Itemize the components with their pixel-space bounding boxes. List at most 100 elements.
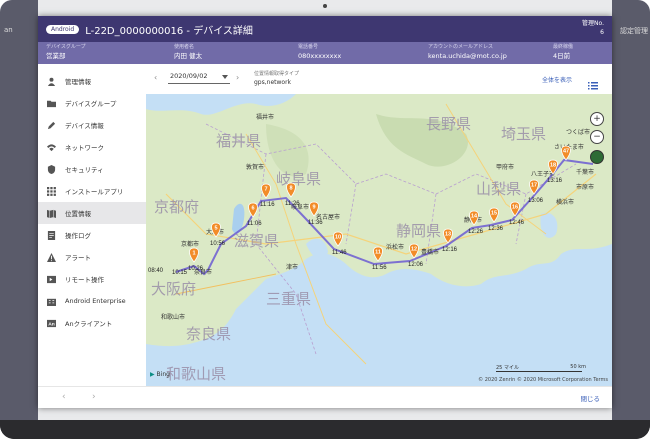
- management-number-label: 管理No.: [582, 20, 604, 27]
- info-value: 営業部: [46, 52, 66, 60]
- zoom-in-button[interactable]: +: [590, 112, 604, 126]
- log-icon: [46, 230, 56, 240]
- marker-time-label: 11:16: [260, 202, 275, 208]
- city-label: 京都市: [181, 240, 199, 248]
- marker-time-label: 12:26: [468, 229, 484, 235]
- location-marker[interactable]: 47: [561, 145, 571, 161]
- sidebar-item-label: セキュリティ: [65, 166, 104, 174]
- region-label: 長野県: [426, 116, 471, 133]
- management-number: 管理No. 6: [582, 19, 604, 37]
- marker-number: 12: [411, 247, 417, 253]
- marker-time-label: 11:26: [285, 201, 300, 207]
- info-label: 最終稼働: [553, 44, 574, 50]
- sidebar-item-device-group[interactable]: デバイスグループ: [38, 92, 146, 114]
- marker-time-label: 10:56: [210, 241, 226, 247]
- sidebar-item-label: Android Enterprise: [65, 297, 126, 305]
- map-copyright: © 2020 Zenrin © 2020 Microsoft Corporati…: [478, 377, 608, 383]
- city-label: 甲府市: [496, 163, 514, 171]
- wifi-icon: [46, 142, 56, 152]
- sidebar-item-an-client[interactable]: An Anクライアント: [38, 312, 146, 334]
- marker-number: 14: [471, 214, 478, 220]
- marker-time-label: 12:36: [488, 226, 504, 232]
- region-label: 岐阜県: [276, 171, 321, 188]
- city-label: 福井市: [256, 113, 274, 121]
- marker-number: 18: [550, 163, 556, 169]
- scale-bar: [496, 371, 582, 372]
- sidebar-item-management-info[interactable]: 管理情報: [38, 70, 146, 92]
- sidebar-item-label: ネットワーク: [65, 144, 104, 152]
- location-marker[interactable]: 17 13:06: [528, 179, 544, 204]
- sidebar-item-location[interactable]: 位置情報: [38, 202, 146, 224]
- close-button[interactable]: 閉じる: [581, 393, 601, 403]
- info-label: 使用者名: [174, 44, 195, 50]
- sidebar-item-label: リモート操作: [65, 276, 104, 284]
- sidebar-item-operation-log[interactable]: 操作ログ: [38, 224, 146, 246]
- region-label: 山梨県: [476, 181, 521, 198]
- marker-number: 8: [289, 186, 292, 192]
- location-marker[interactable]: 10 11:46: [332, 231, 347, 256]
- info-label: デバイスグループ: [46, 44, 86, 50]
- info-last-active: 最終稼働 4日前: [553, 44, 603, 64]
- next-date-chevron-icon[interactable]: ›: [236, 73, 239, 82]
- person-icon: [46, 76, 56, 86]
- sidebar-item-label: デバイスグループ: [65, 100, 117, 108]
- sidebar-item-network[interactable]: ネットワーク: [38, 136, 146, 158]
- date-select[interactable]: 2020/09/02: [168, 71, 230, 84]
- location-marker[interactable]: 7 11:16: [260, 183, 275, 208]
- sidebar-item-label: Anクライアント: [65, 320, 113, 328]
- bing-logo-text: Bing: [156, 371, 170, 378]
- sidebar-item-label: アラート: [65, 254, 91, 262]
- list-view-icon[interactable]: [588, 75, 598, 94]
- location-marker[interactable]: 15 12:36: [488, 207, 504, 232]
- location-toolbar: ‹ 2020/09/02 › 位置情報取得タイプ gps,network 全体を…: [146, 64, 612, 95]
- next-device-chevron-icon[interactable]: ›: [92, 392, 96, 402]
- marker-number: 9: [312, 205, 315, 211]
- zoom-out-button[interactable]: −: [590, 130, 604, 144]
- map-canvas: 福井県 岐阜県 長野県 埼玉県 京都府 滋賀県 山梨県 静岡県 大阪府 三重県 …: [146, 94, 612, 386]
- sidebar-item-alert[interactable]: アラート: [38, 246, 146, 268]
- info-value: 内田 健太: [174, 52, 203, 60]
- background-right-panel: [612, 0, 650, 420]
- laptop-frame: an 認定管理 Android L-22D_0000000016 - デバイス詳…: [0, 0, 650, 439]
- location-type-value: gps,network: [254, 79, 292, 86]
- city-label: 横浜市: [556, 198, 574, 206]
- sidebar-item-installed-apps[interactable]: インストールアプリ: [38, 180, 146, 202]
- svg-text:An: An: [48, 321, 55, 327]
- layer-toggle-icon[interactable]: [590, 150, 604, 164]
- location-marker[interactable]: 13 12:16: [442, 228, 458, 253]
- edit-icon: [46, 120, 56, 130]
- prev-device-chevron-icon[interactable]: ‹: [62, 392, 66, 402]
- device-info-bar: デバイスグループ 営業部 使用者名 内田 健太 電話番号 080xxxxxxxx…: [38, 42, 612, 64]
- location-marker[interactable]: 9 11:36: [308, 201, 323, 226]
- region-label: 三重県: [266, 291, 311, 308]
- dialog-title: L-22D_0000000016 - デバイス詳細: [85, 25, 253, 37]
- marker-time-label: 10:26: [188, 266, 204, 272]
- info-value: 080xxxxxxxx: [298, 52, 342, 60]
- location-marker[interactable]: 11 11:56: [372, 246, 387, 271]
- sidebar-item-device-info[interactable]: デバイス情報: [38, 114, 146, 136]
- remote-icon: [46, 274, 56, 284]
- sidebar-item-security[interactable]: セキュリティ: [38, 158, 146, 180]
- marker-time-label: 13:16: [547, 178, 563, 184]
- marker-number: 11: [375, 250, 381, 256]
- marker-time-label: 11:46: [332, 250, 347, 256]
- marker-time-label: 12:16: [442, 247, 458, 253]
- sidebar-item-android-enterprise[interactable]: Android Enterprise: [38, 290, 146, 312]
- marker-number: 47: [563, 149, 569, 155]
- time-label: 08:40: [148, 268, 164, 274]
- marker-number: 17: [531, 183, 537, 189]
- warning-icon: [46, 252, 56, 262]
- camera-dot: [323, 4, 327, 8]
- location-map[interactable]: 福井県 岐阜県 長野県 埼玉県 京都府 滋賀県 山梨県 静岡県 大阪府 三重県 …: [146, 94, 612, 386]
- marker-number: 7: [264, 187, 267, 193]
- background-left-panel: [0, 0, 38, 420]
- info-device-group: デバイスグループ 営業部: [46, 44, 174, 64]
- prev-date-chevron-icon[interactable]: ‹: [154, 73, 157, 82]
- background-left-text: an: [4, 26, 13, 34]
- show-all-button[interactable]: 全体を表示: [542, 75, 572, 84]
- city-label: 千葉市: [576, 168, 594, 176]
- location-marker[interactable]: 1 10:26: [188, 247, 204, 272]
- dropdown-caret-icon: [222, 75, 228, 79]
- region-label: 大阪府: [151, 281, 196, 298]
- sidebar-item-remote-operation[interactable]: リモート操作: [38, 268, 146, 290]
